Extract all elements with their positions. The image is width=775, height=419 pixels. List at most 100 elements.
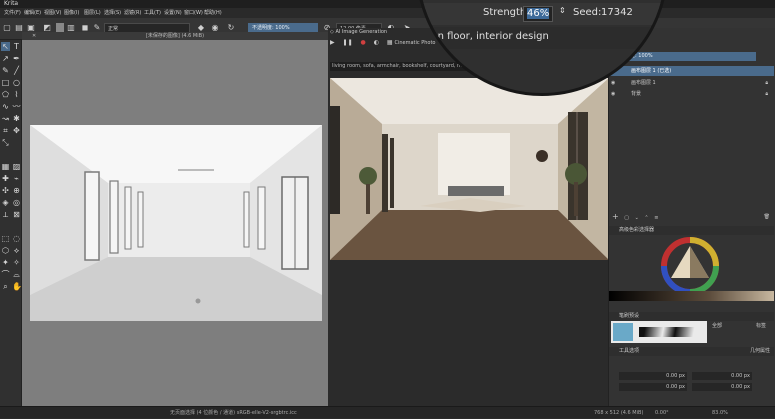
- play-icon[interactable]: ▶: [330, 39, 335, 46]
- canvas-image-empty-room[interactable]: [30, 125, 322, 321]
- move-up-icon[interactable]: ⌃: [644, 215, 648, 221]
- color-wheel[interactable]: [660, 236, 720, 296]
- style-icon: ▦: [386, 39, 393, 46]
- brush-panel-header: 笔刷预设: [609, 312, 774, 321]
- polyline-tool-icon[interactable]: ⌇: [12, 90, 21, 99]
- status-bar: 无页面选择 (4 位颜色 / 通道) sRGB-elle-V2-srgbtrc.…: [0, 406, 775, 418]
- line-tool-icon[interactable]: ╱: [12, 66, 21, 75]
- brush-filter-select[interactable]: 全部: [712, 322, 722, 329]
- color-panel-title: 高级色彩选择器: [619, 227, 655, 233]
- color-picker-icon[interactable]: ✚: [1, 174, 10, 183]
- text-tool-icon[interactable]: T: [12, 42, 21, 51]
- eyedropper-icon[interactable]: ⌁: [12, 174, 21, 183]
- y-position-field[interactable]: 0.00 px: [619, 383, 687, 391]
- freehand-path-icon[interactable]: 〰: [12, 102, 21, 111]
- assistant-tool-icon[interactable]: ⊕: [12, 186, 21, 195]
- menu-settings[interactable]: 设置(N): [164, 8, 182, 18]
- similar-select-icon[interactable]: ✧: [12, 258, 21, 267]
- tool-options-title: 工具选项: [619, 348, 640, 354]
- transform-tool-icon[interactable]: ⤡: [1, 138, 10, 147]
- visibility-icon[interactable]: ◉: [611, 91, 615, 97]
- prompt-fragment[interactable]: oden floor, interior design: [419, 31, 549, 42]
- layer-properties-icon[interactable]: ≡: [654, 215, 658, 221]
- document-title: [未保存的图像] (4.6 MiB): [145, 33, 205, 39]
- menu-window[interactable]: 窗口(W): [184, 8, 203, 18]
- delete-layer-icon[interactable]: 🗑︎: [764, 212, 770, 222]
- contiguous-select-icon[interactable]: ✦: [1, 258, 10, 267]
- menu-view[interactable]: 视图(V): [44, 8, 61, 18]
- menu-edit[interactable]: 编辑(E): [24, 8, 41, 18]
- brush-preset[interactable]: [639, 327, 699, 337]
- outline-select-icon[interactable]: ⟡: [12, 246, 21, 255]
- select-shapes-tool-icon[interactable]: ↖: [1, 42, 10, 51]
- brush-preset-selected[interactable]: [613, 323, 633, 341]
- lock-icon[interactable]: 🔒︎: [765, 78, 768, 88]
- generated-image-living-room[interactable]: [330, 78, 609, 260]
- layer-name: 背景: [630, 91, 641, 97]
- magnetic-select-icon[interactable]: ⌓: [12, 270, 21, 279]
- polygon-tool-icon[interactable]: ⬠: [1, 90, 10, 99]
- gradient-tool-icon[interactable]: ▦: [1, 162, 10, 171]
- strength-spinner-icon[interactable]: ⇕: [559, 6, 566, 15]
- reference-tool-icon[interactable]: ◎: [12, 198, 21, 207]
- stop-icon[interactable]: ●: [361, 39, 366, 46]
- layer-item[interactable]: ◉ 背景 🔒︎: [609, 89, 774, 99]
- seed-label: Seed:: [573, 7, 602, 18]
- dynamic-brush-icon[interactable]: ↝: [1, 114, 10, 123]
- settings-icon[interactable]: ◐: [374, 39, 379, 46]
- ellipse-select-icon[interactable]: ◌: [12, 234, 21, 243]
- enclose-fill-icon[interactable]: ⊠: [12, 210, 21, 219]
- crop-tool-icon[interactable]: ⌗: [1, 126, 10, 135]
- menu-filter[interactable]: 滤镜(R): [124, 8, 141, 18]
- fill-tool-icon[interactable]: ◈: [1, 198, 10, 207]
- menu-image[interactable]: 图像(I): [64, 8, 79, 18]
- rect-select-icon[interactable]: ⬚: [1, 234, 10, 243]
- status-zoom[interactable]: 83.0%: [712, 407, 728, 419]
- ellipse-tool-icon[interactable]: ○: [12, 78, 21, 87]
- duplicate-layer-icon[interactable]: ▢: [624, 215, 629, 221]
- brush-panel-title: 笔刷预设: [619, 313, 640, 319]
- layer-name: 画布图层 1 (已选): [630, 68, 672, 74]
- move-down-icon[interactable]: ⌄: [635, 215, 639, 221]
- zoom-tool-icon[interactable]: ⌕: [1, 282, 10, 291]
- color-gradient-bar[interactable]: [609, 291, 774, 301]
- tool-options-header: 工具选项 几何属性: [609, 347, 774, 356]
- strength-field[interactable]: 46%: [523, 6, 553, 22]
- polygon-select-icon[interactable]: ⬡: [1, 246, 10, 255]
- seed-value[interactable]: 17342: [601, 7, 633, 18]
- color-panel-header: 高级色彩选择器: [609, 226, 774, 235]
- calligraphy-tool-icon[interactable]: ✒: [12, 54, 21, 63]
- menu-tools[interactable]: 工具(T): [144, 8, 161, 18]
- menu-select[interactable]: 选择(S): [104, 8, 121, 18]
- visibility-icon[interactable]: ◉: [611, 80, 615, 86]
- brush-tag-label[interactable]: 标签: [756, 322, 766, 329]
- move-tool-icon[interactable]: ✥: [12, 126, 21, 135]
- measure-tool-icon[interactable]: ⟂: [1, 210, 10, 219]
- status-color-info: 无页面选择 (4 位颜色 / 通道) sRGB-elle-V2-srgbtrc.…: [170, 410, 297, 416]
- smart-patch-icon[interactable]: ✣: [1, 186, 10, 195]
- layer-item[interactable]: ◉ 画布图层 1 (已选): [609, 66, 774, 76]
- geometry-label: 几何属性: [749, 348, 770, 354]
- app-title: Krita: [4, 0, 19, 7]
- pan-tool-icon[interactable]: ✋: [12, 282, 22, 291]
- multibrush-icon[interactable]: ✱: [12, 114, 21, 123]
- width-field[interactable]: 0.00 px: [692, 372, 752, 380]
- pause-icon[interactable]: ❚❚: [343, 39, 353, 46]
- strength-value: 46%: [527, 8, 550, 19]
- bezier-tool-icon[interactable]: ∿: [1, 102, 10, 111]
- brush-tool-icon[interactable]: ✎: [1, 66, 10, 75]
- lock-icon[interactable]: 🔒︎: [765, 89, 768, 99]
- menu-layer[interactable]: 图层(L): [84, 8, 101, 18]
- brush-presets-strip[interactable]: [611, 321, 707, 343]
- menu-help[interactable]: 帮助(H): [204, 8, 222, 18]
- colorize-tool-icon[interactable]: ▨: [12, 162, 21, 171]
- layer-item[interactable]: ◉ 画布图层 1 🔒︎: [609, 78, 774, 88]
- rectangle-tool-icon[interactable]: □: [1, 78, 10, 87]
- new-document-icon[interactable]: ▢: [2, 23, 12, 33]
- add-layer-icon[interactable]: +: [612, 212, 619, 221]
- height-field[interactable]: 0.00 px: [692, 383, 752, 391]
- x-position-field[interactable]: 0.00 px: [619, 372, 687, 380]
- edit-shapes-tool-icon[interactable]: ↗: [1, 54, 10, 63]
- menu-file[interactable]: 文件(F): [4, 8, 21, 18]
- bezier-select-icon[interactable]: ⌒: [1, 270, 10, 279]
